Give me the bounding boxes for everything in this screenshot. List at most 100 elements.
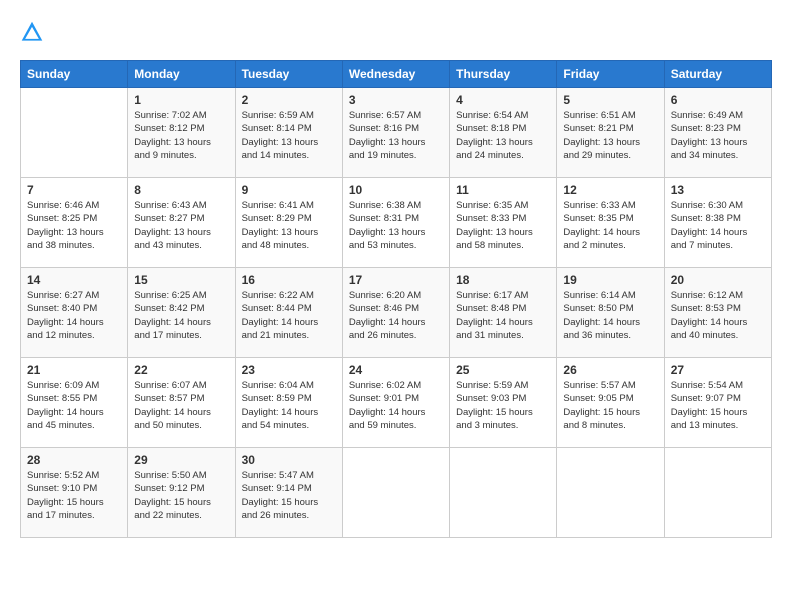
week-row-4: 21 Sunrise: 6:09 AM Sunset: 8:55 PM Dayli…: [21, 358, 772, 448]
day-number: 21: [27, 363, 121, 377]
day-info: Sunrise: 6:12 AM Sunset: 8:53 PM Dayligh…: [671, 289, 765, 342]
week-row-2: 7 Sunrise: 6:46 AM Sunset: 8:25 PM Daylig…: [21, 178, 772, 268]
day-info: Sunrise: 6:59 AM Sunset: 8:14 PM Dayligh…: [242, 109, 336, 162]
day-info: Sunrise: 5:50 AM Sunset: 9:12 PM Dayligh…: [134, 469, 228, 522]
page-header: [20, 20, 772, 44]
day-number: 6: [671, 93, 765, 107]
day-cell: 14 Sunrise: 6:27 AM Sunset: 8:40 PM Dayli…: [21, 268, 128, 358]
day-info: Sunrise: 6:33 AM Sunset: 8:35 PM Dayligh…: [563, 199, 657, 252]
day-cell: 5 Sunrise: 6:51 AM Sunset: 8:21 PM Daylig…: [557, 88, 664, 178]
day-info: Sunrise: 6:22 AM Sunset: 8:44 PM Dayligh…: [242, 289, 336, 342]
day-cell: 13 Sunrise: 6:30 AM Sunset: 8:38 PM Dayli…: [664, 178, 771, 268]
day-cell: 28 Sunrise: 5:52 AM Sunset: 9:10 PM Dayli…: [21, 448, 128, 538]
day-cell: 22Sunrise: 6:07 AM Sunset: 8:57 PM Dayli…: [128, 358, 235, 448]
day-number: 7: [27, 183, 121, 197]
week-row-1: 1Sunrise: 7:02 AM Sunset: 8:12 PM Daylig…: [21, 88, 772, 178]
day-info: Sunrise: 6:54 AM Sunset: 8:18 PM Dayligh…: [456, 109, 550, 162]
day-cell: [664, 448, 771, 538]
day-cell: 6Sunrise: 6:49 AM Sunset: 8:23 PM Daylig…: [664, 88, 771, 178]
week-row-5: 28 Sunrise: 5:52 AM Sunset: 9:10 PM Dayli…: [21, 448, 772, 538]
day-cell: 19 Sunrise: 6:14 AM Sunset: 8:50 PM Dayli…: [557, 268, 664, 358]
day-info: Sunrise: 5:57 AM Sunset: 9:05 PM Dayligh…: [563, 379, 657, 432]
day-cell: 21 Sunrise: 6:09 AM Sunset: 8:55 PM Dayli…: [21, 358, 128, 448]
day-number: 5: [563, 93, 657, 107]
day-cell: [21, 88, 128, 178]
day-number: 19: [563, 273, 657, 287]
day-cell: 3Sunrise: 6:57 AM Sunset: 8:16 PM Daylig…: [342, 88, 449, 178]
header-cell-friday: Friday: [557, 61, 664, 88]
day-number: 24: [349, 363, 443, 377]
day-cell: 26 Sunrise: 5:57 AM Sunset: 9:05 PM Dayli…: [557, 358, 664, 448]
day-number: 9: [242, 183, 336, 197]
day-number: 30: [242, 453, 336, 467]
day-number: 17: [349, 273, 443, 287]
day-cell: 12 Sunrise: 6:33 AM Sunset: 8:35 PM Dayli…: [557, 178, 664, 268]
day-info: Sunrise: 6:17 AM Sunset: 8:48 PM Dayligh…: [456, 289, 550, 342]
header-cell-saturday: Saturday: [664, 61, 771, 88]
day-cell: 16 Sunrise: 6:22 AM Sunset: 8:44 PM Dayli…: [235, 268, 342, 358]
day-number: 16: [242, 273, 336, 287]
day-info: Sunrise: 6:09 AM Sunset: 8:55 PM Dayligh…: [27, 379, 121, 432]
day-info: Sunrise: 6:27 AM Sunset: 8:40 PM Dayligh…: [27, 289, 121, 342]
day-info: Sunrise: 6:51 AM Sunset: 8:21 PM Dayligh…: [563, 109, 657, 162]
day-number: 26: [563, 363, 657, 377]
day-number: 12: [563, 183, 657, 197]
day-info: Sunrise: 5:47 AM Sunset: 9:14 PM Dayligh…: [242, 469, 336, 522]
header-cell-tuesday: Tuesday: [235, 61, 342, 88]
header-cell-monday: Monday: [128, 61, 235, 88]
calendar-table: SundayMondayTuesdayWednesdayThursdayFrid…: [20, 60, 772, 538]
day-number: 23: [242, 363, 336, 377]
day-info: Sunrise: 6:02 AM Sunset: 9:01 PM Dayligh…: [349, 379, 443, 432]
day-number: 4: [456, 93, 550, 107]
header-cell-sunday: Sunday: [21, 61, 128, 88]
day-number: 18: [456, 273, 550, 287]
day-number: 13: [671, 183, 765, 197]
day-number: 27: [671, 363, 765, 377]
day-cell: 15 Sunrise: 6:25 AM Sunset: 8:42 PM Dayli…: [128, 268, 235, 358]
day-cell: 29 Sunrise: 5:50 AM Sunset: 9:12 PM Dayli…: [128, 448, 235, 538]
day-cell: 4 Sunrise: 6:54 AM Sunset: 8:18 PM Daylig…: [450, 88, 557, 178]
day-number: 10: [349, 183, 443, 197]
day-info: Sunrise: 5:59 AM Sunset: 9:03 PM Dayligh…: [456, 379, 550, 432]
day-info: Sunrise: 6:46 AM Sunset: 8:25 PM Dayligh…: [27, 199, 121, 252]
day-info: Sunrise: 6:41 AM Sunset: 8:29 PM Dayligh…: [242, 199, 336, 252]
day-cell: 27 Sunrise: 5:54 AM Sunset: 9:07 PM Dayli…: [664, 358, 771, 448]
logo-icon: [20, 20, 44, 44]
day-info: Sunrise: 5:52 AM Sunset: 9:10 PM Dayligh…: [27, 469, 121, 522]
day-info: Sunrise: 5:54 AM Sunset: 9:07 PM Dayligh…: [671, 379, 765, 432]
day-cell: 20Sunrise: 6:12 AM Sunset: 8:53 PM Dayli…: [664, 268, 771, 358]
day-cell: 17 Sunrise: 6:20 AM Sunset: 8:46 PM Dayli…: [342, 268, 449, 358]
day-info: Sunrise: 6:04 AM Sunset: 8:59 PM Dayligh…: [242, 379, 336, 432]
day-cell: 24 Sunrise: 6:02 AM Sunset: 9:01 PM Dayli…: [342, 358, 449, 448]
day-info: Sunrise: 6:43 AM Sunset: 8:27 PM Dayligh…: [134, 199, 228, 252]
header-cell-thursday: Thursday: [450, 61, 557, 88]
day-number: 22: [134, 363, 228, 377]
day-cell: 1Sunrise: 7:02 AM Sunset: 8:12 PM Daylig…: [128, 88, 235, 178]
day-cell: 25 Sunrise: 5:59 AM Sunset: 9:03 PM Dayli…: [450, 358, 557, 448]
header-cell-wednesday: Wednesday: [342, 61, 449, 88]
day-number: 2: [242, 93, 336, 107]
logo: [20, 20, 48, 44]
week-row-3: 14 Sunrise: 6:27 AM Sunset: 8:40 PM Dayli…: [21, 268, 772, 358]
day-info: Sunrise: 6:20 AM Sunset: 8:46 PM Dayligh…: [349, 289, 443, 342]
day-cell: 2 Sunrise: 6:59 AM Sunset: 8:14 PM Daylig…: [235, 88, 342, 178]
day-info: Sunrise: 6:14 AM Sunset: 8:50 PM Dayligh…: [563, 289, 657, 342]
day-cell: [342, 448, 449, 538]
day-cell: [450, 448, 557, 538]
day-number: 15: [134, 273, 228, 287]
day-cell: 23 Sunrise: 6:04 AM Sunset: 8:59 PM Dayli…: [235, 358, 342, 448]
day-cell: 30 Sunrise: 5:47 AM Sunset: 9:14 PM Dayli…: [235, 448, 342, 538]
header-row: SundayMondayTuesdayWednesdayThursdayFrid…: [21, 61, 772, 88]
day-number: 25: [456, 363, 550, 377]
day-info: Sunrise: 6:57 AM Sunset: 8:16 PM Dayligh…: [349, 109, 443, 162]
day-number: 14: [27, 273, 121, 287]
day-info: Sunrise: 6:35 AM Sunset: 8:33 PM Dayligh…: [456, 199, 550, 252]
day-cell: 8 Sunrise: 6:43 AM Sunset: 8:27 PM Daylig…: [128, 178, 235, 268]
day-number: 29: [134, 453, 228, 467]
day-info: Sunrise: 6:30 AM Sunset: 8:38 PM Dayligh…: [671, 199, 765, 252]
day-info: Sunrise: 6:25 AM Sunset: 8:42 PM Dayligh…: [134, 289, 228, 342]
day-info: Sunrise: 7:02 AM Sunset: 8:12 PM Dayligh…: [134, 109, 228, 162]
day-number: 8: [134, 183, 228, 197]
day-cell: 7 Sunrise: 6:46 AM Sunset: 8:25 PM Daylig…: [21, 178, 128, 268]
day-number: 28: [27, 453, 121, 467]
